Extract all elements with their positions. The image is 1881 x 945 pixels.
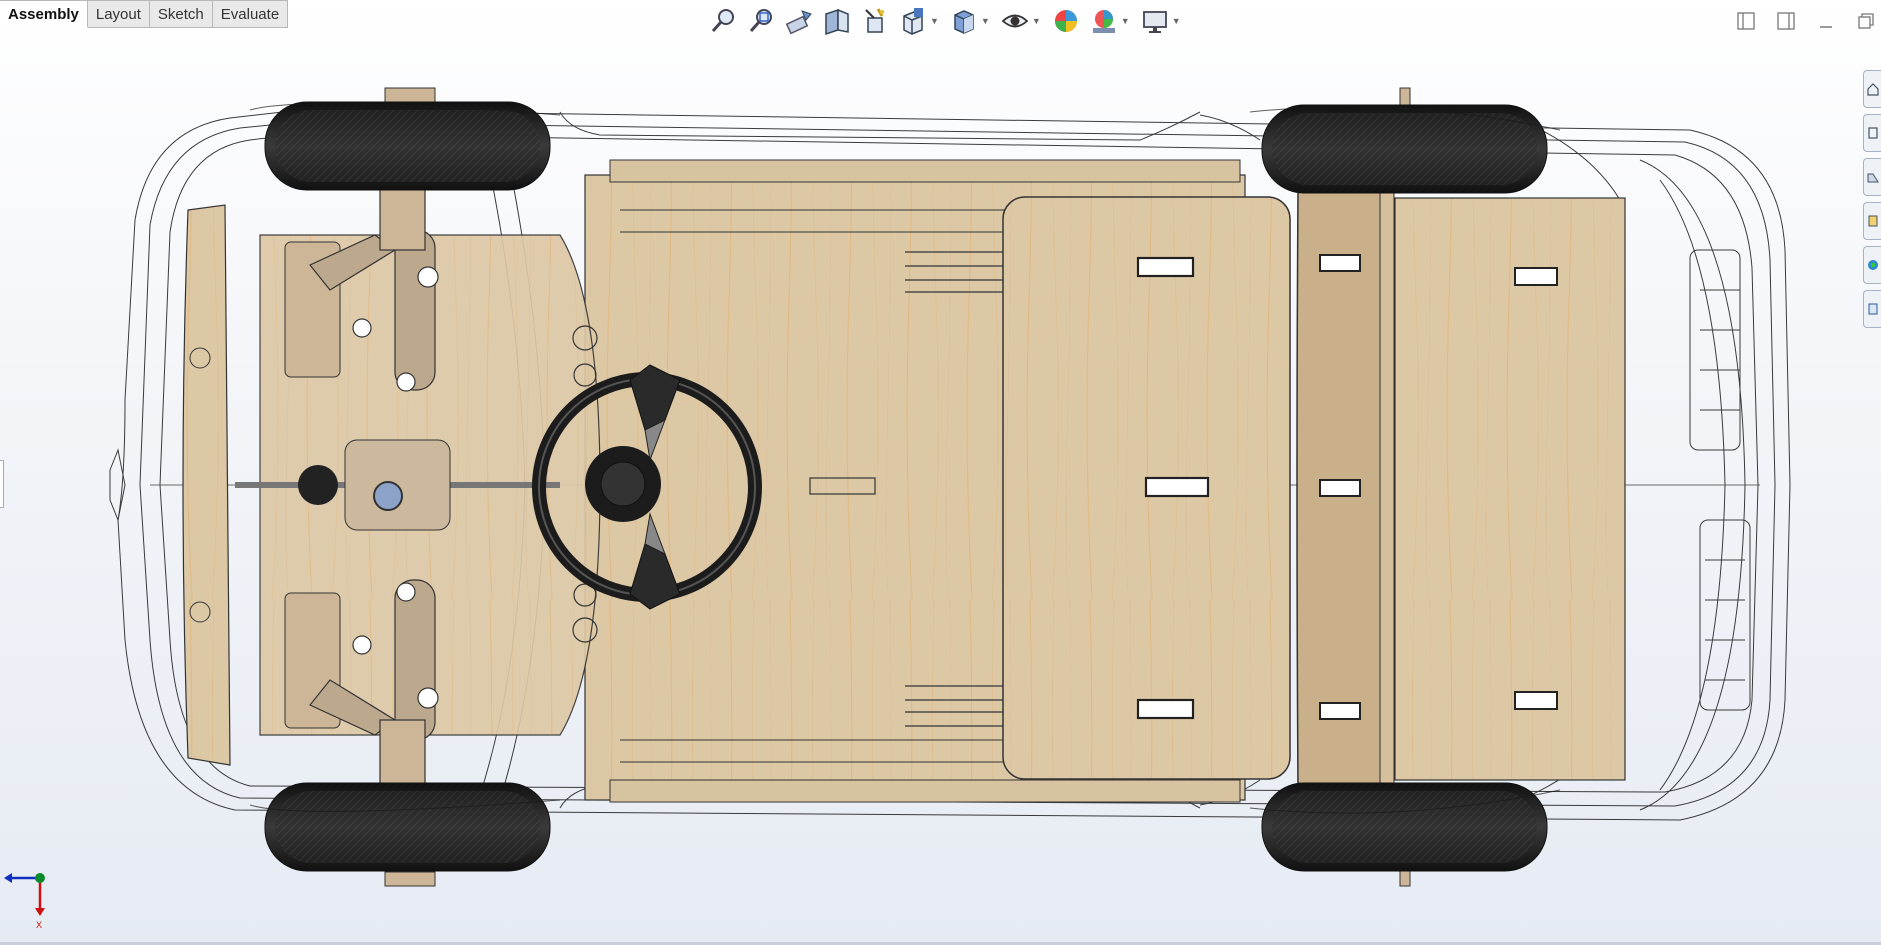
chevron-down-icon[interactable]: ▼ xyxy=(1032,16,1041,26)
zoom-to-area-icon[interactable] xyxy=(744,4,778,38)
reference-triad: X xyxy=(4,873,45,930)
chevron-down-icon[interactable]: ▼ xyxy=(930,16,939,26)
restore-icon[interactable] xyxy=(1851,6,1881,36)
display-style-icon[interactable] xyxy=(947,4,981,38)
triad-x-label: X xyxy=(36,920,42,930)
tab-sketch[interactable]: Sketch xyxy=(149,0,213,28)
tile-left-icon[interactable] xyxy=(1731,6,1761,36)
minimize-icon[interactable] xyxy=(1811,6,1841,36)
edit-appearance-icon[interactable] xyxy=(1049,4,1083,38)
tab-layout[interactable]: Layout xyxy=(87,0,150,28)
apply-scene-icon[interactable] xyxy=(1087,4,1121,38)
home-icon[interactable] xyxy=(1863,70,1881,108)
chevron-down-icon[interactable]: ▼ xyxy=(1172,16,1181,26)
graphics-area[interactable]: Assembly Layout Sketch Evaluate ▼ ▼ ▼ ▼ … xyxy=(0,0,1881,945)
wheel-rear-right xyxy=(1261,782,1548,887)
chevron-down-icon[interactable]: ▼ xyxy=(981,16,990,26)
design-library-icon[interactable] xyxy=(1863,114,1881,152)
assembly-model-view[interactable] xyxy=(0,0,1881,945)
wheel-front-right xyxy=(264,782,551,887)
dynamic-annotation-icon[interactable] xyxy=(858,4,892,38)
previous-view-icon[interactable] xyxy=(782,4,816,38)
heads-up-view-toolbar: ▼ ▼ ▼ ▼ ▼ xyxy=(706,2,1185,40)
tab-evaluate[interactable]: Evaluate xyxy=(212,0,289,28)
view-orientation-icon[interactable] xyxy=(896,4,930,38)
tile-right-icon[interactable] xyxy=(1771,6,1801,36)
zoom-to-fit-icon[interactable] xyxy=(706,4,740,38)
wheel-rear-left xyxy=(1261,87,1548,194)
hide-show-items-icon[interactable] xyxy=(998,4,1032,38)
window-controls xyxy=(1731,6,1881,36)
wheel-front-left xyxy=(264,87,551,191)
rear-deck-board xyxy=(1394,197,1626,781)
appearances-icon[interactable] xyxy=(1863,246,1881,284)
file-explorer-icon[interactable] xyxy=(1863,158,1881,196)
task-pane-tabs xyxy=(1863,70,1881,328)
triad-origin xyxy=(35,873,45,883)
command-manager-tabs: Assembly Layout Sketch Evaluate xyxy=(0,0,289,29)
section-view-icon[interactable] xyxy=(820,4,854,38)
tab-assembly[interactable]: Assembly xyxy=(0,0,88,28)
custom-properties-icon[interactable] xyxy=(1863,290,1881,328)
view-settings-icon[interactable] xyxy=(1138,4,1172,38)
front-bumper-board xyxy=(182,204,231,766)
chevron-down-icon[interactable]: ▼ xyxy=(1121,16,1130,26)
view-palette-icon[interactable] xyxy=(1863,202,1881,240)
